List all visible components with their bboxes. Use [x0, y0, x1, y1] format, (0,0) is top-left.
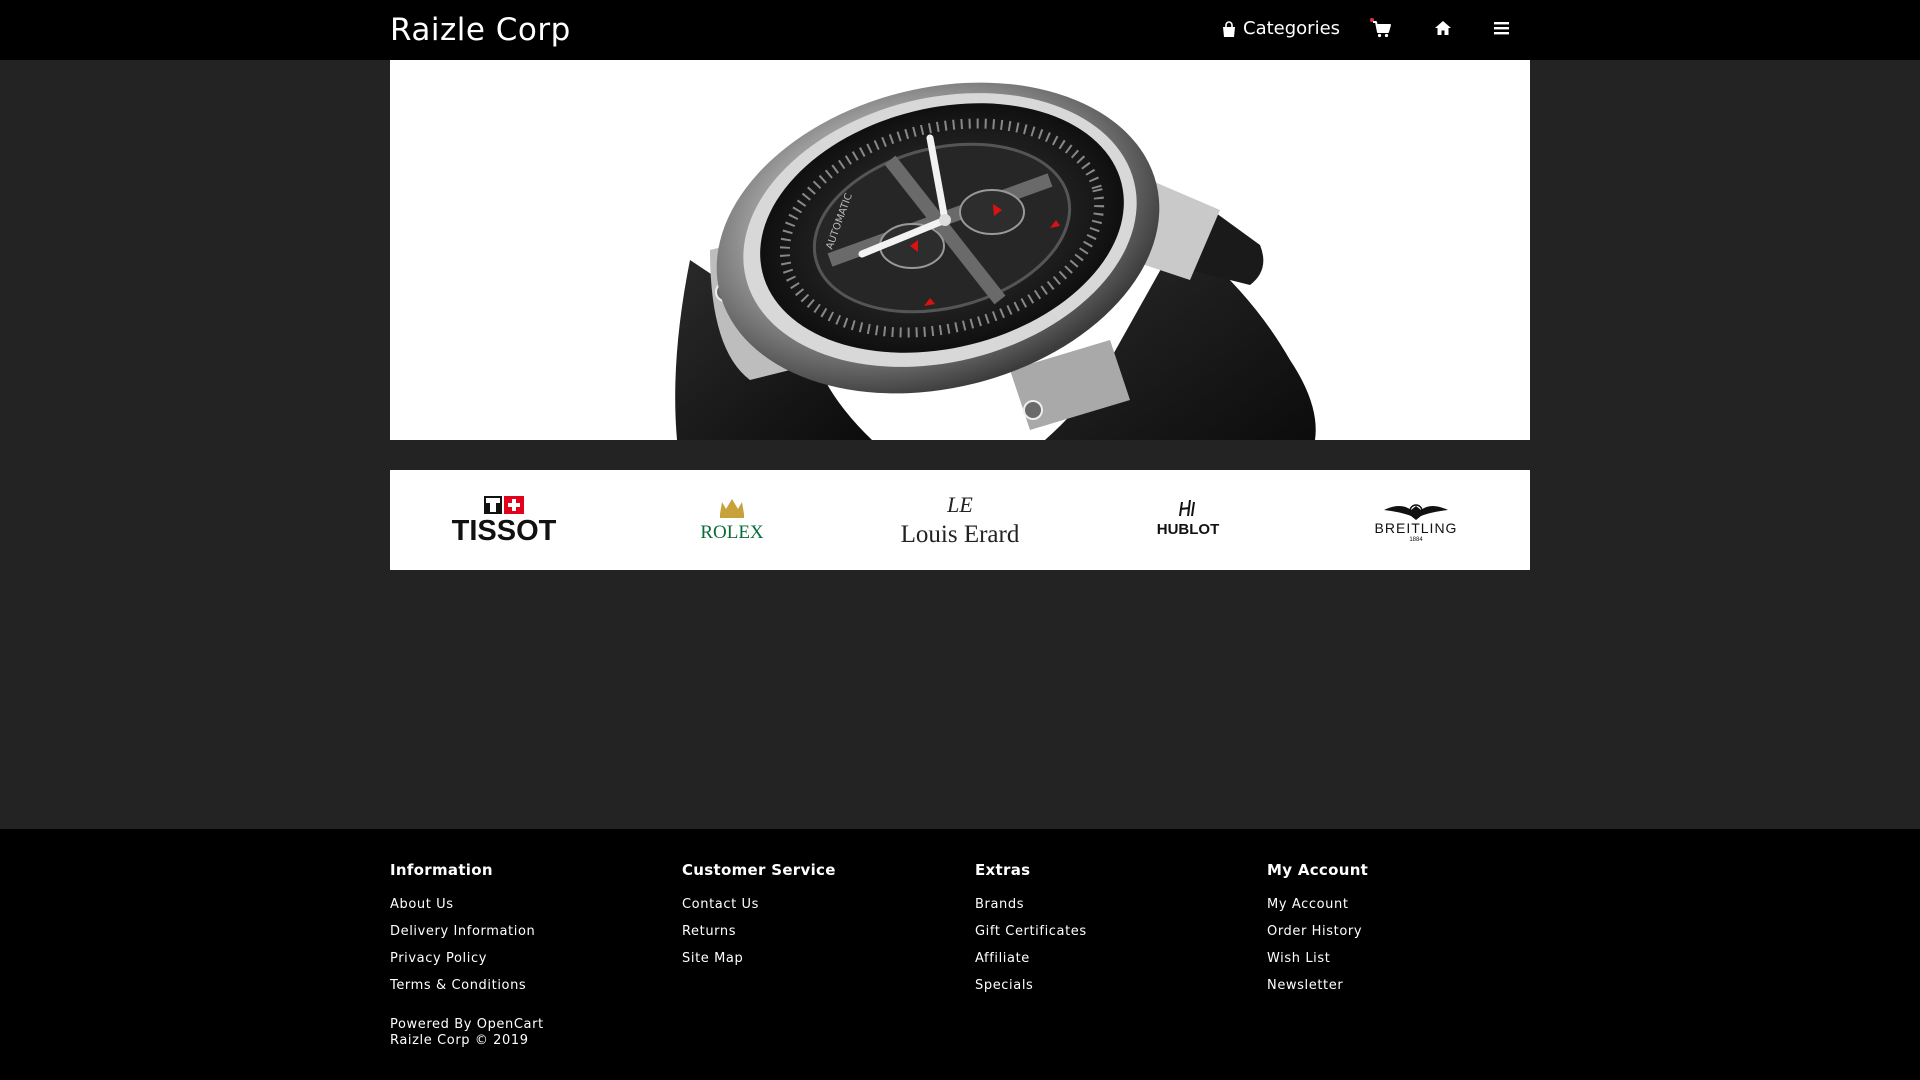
brand-logo-hublot[interactable]: HUBLOT	[1074, 470, 1302, 570]
footer-heading: Extras	[975, 861, 1031, 879]
breitling-logo: BREITLING 1884	[1375, 504, 1458, 543]
hero-banner[interactable]: AUTOMATIC	[390, 60, 1530, 440]
footer-link-newsletter[interactable]: Newsletter	[1267, 972, 1547, 999]
tissot-logo: TISSOT	[452, 496, 557, 546]
footer-link-brands[interactable]: Brands	[975, 891, 1255, 918]
footer-link-gift-certificates[interactable]: Gift Certificates	[975, 918, 1255, 945]
cart-icon	[1373, 21, 1391, 38]
brand-logo-louis-erard[interactable]: LE Louis Erard	[846, 470, 1074, 570]
footer-column-customer-service: Customer Service Contact Us Returns Site…	[682, 860, 962, 972]
opencart-link[interactable]: OpenCart	[477, 1017, 544, 1032]
footer-link-site-map[interactable]: Site Map	[682, 945, 962, 972]
footer-link-terms-conditions[interactable]: Terms & Conditions	[390, 972, 670, 999]
rolex-wordmark: ROLEX	[700, 522, 764, 543]
footer-link-wish-list[interactable]: Wish List	[1267, 945, 1547, 972]
categories-label: Categories	[1243, 18, 1341, 39]
tissot-wordmark: TISSOT	[452, 515, 557, 546]
footer-link-delivery-information[interactable]: Delivery Information	[390, 918, 670, 945]
hublot-wordmark: HUBLOT	[1157, 521, 1220, 538]
menu-icon	[1494, 22, 1509, 35]
breitling-wordmark: BREITLING	[1375, 520, 1458, 536]
footer-column-my-account: My Account My Account Order History Wish…	[1267, 860, 1547, 999]
powered-by-block: Powered By OpenCart Raizle Corp © 2019	[390, 1017, 544, 1049]
site-logo-link[interactable]: Raizle Corp	[390, 10, 571, 50]
footer-link-affiliate[interactable]: Affiliate	[975, 945, 1255, 972]
hamburger-menu-button[interactable]	[1494, 20, 1516, 40]
home-button[interactable]	[1434, 20, 1456, 40]
breitling-year: 1884	[1409, 537, 1423, 543]
brand-logo-tissot[interactable]: TISSOT	[390, 470, 618, 570]
footer-column-extras: Extras Brands Gift Certificates Affiliat…	[975, 860, 1255, 999]
copyright-text: Raizle Corp © 2019	[390, 1033, 529, 1048]
footer-heading: Information	[390, 861, 493, 879]
home-icon	[1435, 21, 1451, 35]
footer-link-privacy-policy[interactable]: Privacy Policy	[390, 945, 670, 972]
rolex-logo: ROLEX	[700, 499, 764, 543]
louis-erard-logo: LE Louis Erard	[901, 492, 1020, 548]
powered-by-label: Powered By	[390, 1017, 473, 1032]
louis-erard-monogram: LE	[946, 492, 973, 517]
categories-menu-button[interactable]: Categories	[1221, 17, 1340, 41]
louis-erard-wordmark: Louis Erard	[901, 521, 1020, 548]
footer-link-my-account[interactable]: My Account	[1267, 891, 1547, 918]
footer-column-information: Information About Us Delivery Informatio…	[390, 860, 670, 999]
wristwatch-image: AUTOMATIC	[675, 82, 1316, 440]
site-footer: Information About Us Delivery Informatio…	[0, 829, 1920, 1080]
shopping-bag-icon	[1223, 20, 1235, 37]
hublot-logo: HUBLOT	[1157, 500, 1220, 538]
top-navbar: Raizle Corp Categories	[0, 0, 1920, 60]
footer-link-specials[interactable]: Specials	[975, 972, 1255, 999]
footer-link-contact-us[interactable]: Contact Us	[682, 891, 962, 918]
brand-logo-rolex[interactable]: ROLEX	[618, 470, 846, 570]
brand-carousel: TISSOT ROLEX LE Louis Erard HUBLOT BREIT…	[390, 470, 1530, 570]
footer-link-returns[interactable]: Returns	[682, 918, 962, 945]
footer-link-order-history[interactable]: Order History	[1267, 918, 1547, 945]
footer-heading: Customer Service	[682, 861, 836, 879]
cart-button[interactable]	[1372, 20, 1394, 40]
footer-link-about-us[interactable]: About Us	[390, 891, 670, 918]
footer-heading: My Account	[1267, 861, 1369, 879]
brand-logo-breitling[interactable]: BREITLING 1884	[1302, 470, 1530, 570]
